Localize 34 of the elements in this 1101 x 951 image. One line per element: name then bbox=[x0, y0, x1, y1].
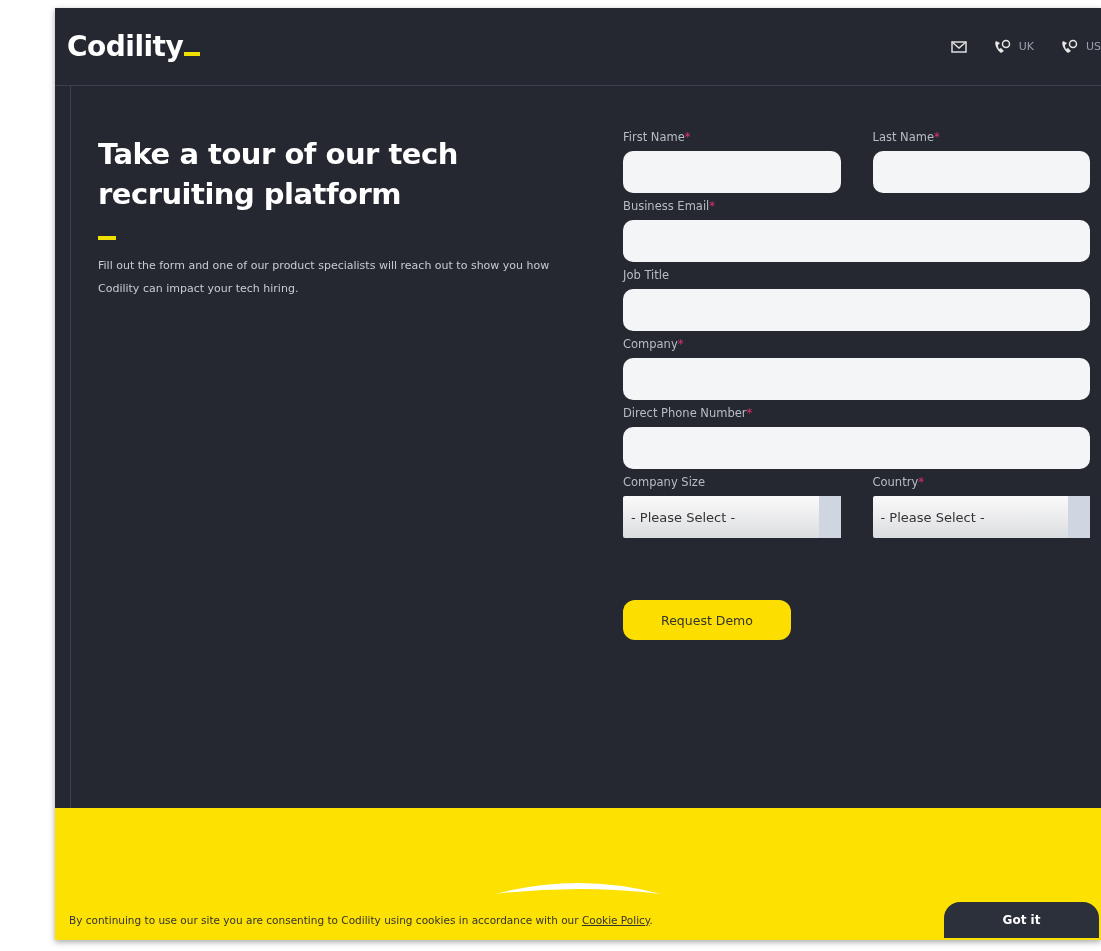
mail-icon[interactable] bbox=[950, 40, 967, 53]
field-label: Country bbox=[872, 475, 919, 489]
required-mark: * bbox=[934, 130, 940, 144]
contact-label[interactable]: UK bbox=[1018, 40, 1034, 53]
field-label: Last Name bbox=[872, 130, 935, 144]
cookie-notice: By continuing to use our site you are consenting to Codility using cookies in accordance with our Cookie Policy. bbox=[69, 914, 653, 926]
got-it-button[interactable]: Got it bbox=[944, 902, 1099, 938]
input-field[interactable] bbox=[623, 151, 841, 193]
input-field[interactable] bbox=[623, 289, 1090, 331]
input-field[interactable] bbox=[623, 220, 1090, 262]
phone-icon[interactable] bbox=[1059, 38, 1078, 55]
required-mark: * bbox=[684, 130, 691, 144]
field-label: Company bbox=[623, 337, 678, 351]
input-field[interactable] bbox=[623, 358, 1090, 400]
logo[interactable]: Codility bbox=[67, 30, 201, 63]
required-mark: * bbox=[709, 199, 716, 213]
select-field[interactable]: - Please Select - bbox=[623, 496, 841, 538]
contact-label[interactable]: US bbox=[1085, 40, 1101, 53]
input-field[interactable] bbox=[872, 151, 1090, 193]
field-label: Business Email bbox=[623, 199, 710, 213]
field-label: Job Title bbox=[623, 268, 670, 282]
select-field[interactable]: - Please Select - bbox=[872, 496, 1090, 538]
field-label: Direct Phone Number bbox=[623, 406, 747, 420]
intro-text: Fill out the form and one of our product specialists will reach out to show you how Codility can impact your tech hiring. bbox=[98, 258, 551, 297]
required-mark: * bbox=[746, 406, 753, 420]
phone-icon[interactable] bbox=[992, 38, 1011, 55]
input-field[interactable] bbox=[623, 427, 1090, 469]
field-label: First Name bbox=[623, 130, 685, 144]
required-mark: * bbox=[677, 337, 684, 351]
request-demo-button[interactable]: Request Demo bbox=[623, 600, 791, 640]
page-title: Take a tour of our tech recruiting platform bbox=[98, 136, 459, 213]
cookie-policy-link[interactable]: Cookie Policy bbox=[581, 914, 650, 926]
required-mark: * bbox=[918, 475, 924, 489]
field-label: Company Size bbox=[623, 475, 705, 489]
